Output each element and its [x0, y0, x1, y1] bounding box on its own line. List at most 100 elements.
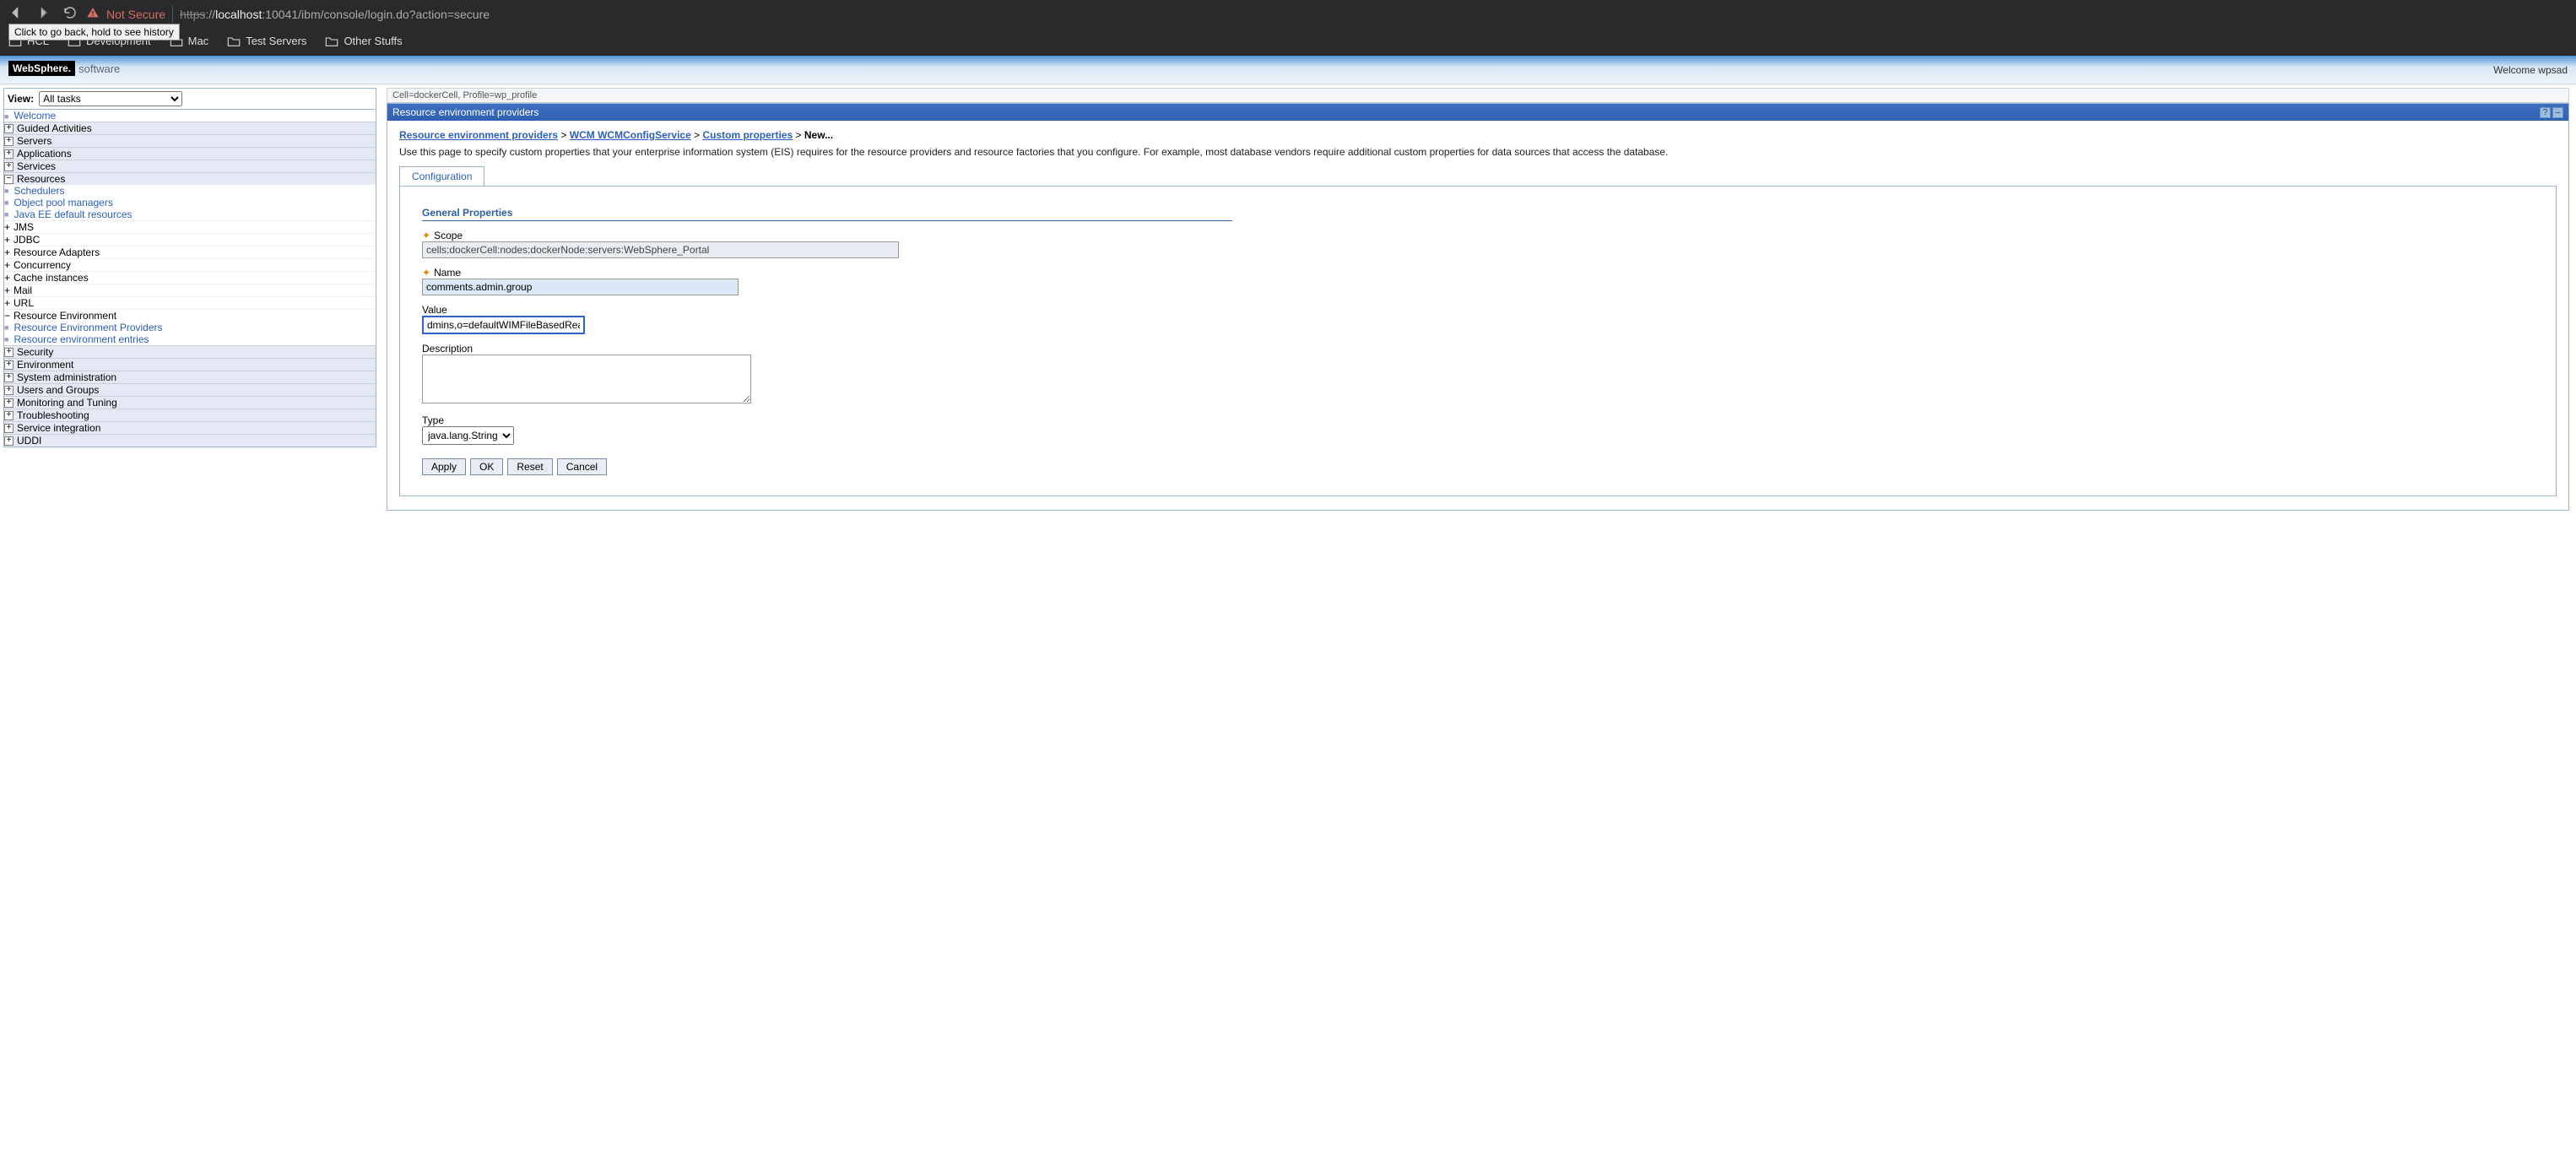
nav-users-and-groups[interactable]: +Users and Groups [4, 383, 376, 396]
page-description: Use this page to specify custom properti… [399, 146, 2557, 158]
nav-environment[interactable]: +Environment [4, 358, 376, 371]
apply-button[interactable]: Apply [422, 458, 466, 475]
app-logo: WebSphere. software [8, 61, 120, 76]
expand-icon[interactable]: + [4, 284, 10, 296]
required-icon: ✦ [422, 230, 430, 241]
bc-resource-env-providers[interactable]: Resource environment providers [399, 129, 558, 141]
label-type: Type [422, 414, 444, 426]
bookmark-folder-other-stuffs[interactable]: Other Stuffs [325, 35, 402, 47]
browser-toolbar: Not Secure https://localhost:10041/ibm/c… [0, 0, 2576, 28]
nav-security[interactable]: +Security [4, 345, 376, 358]
nav-jms[interactable]: +JMS [4, 220, 376, 233]
section-general-properties: General Properties [422, 207, 1232, 221]
back-tooltip: Click to go back, hold to see history [8, 24, 180, 41]
expand-icon[interactable]: + [4, 411, 14, 420]
panel-titlebar: Resource environment providers ? – [387, 104, 2568, 121]
reload-icon[interactable] [62, 5, 78, 23]
nav-object-pool-managers[interactable]: ■Object pool managers [4, 197, 376, 208]
help-icon[interactable]: ? [2540, 107, 2551, 118]
nav-resource-environment-entries[interactable]: ■Resource environment entries [4, 333, 376, 345]
cancel-button[interactable]: Cancel [557, 458, 607, 475]
address-bar[interactable]: Not Secure https://localhost:10041/ibm/c… [86, 6, 490, 23]
nav-system-administration[interactable]: +System administration [4, 371, 376, 383]
welcome-user: Welcome wpsad [2493, 64, 2568, 76]
content-panel: Resource environment providers ? – Resou… [387, 103, 2569, 511]
tab-strip: Configuration [399, 166, 2557, 186]
collapse-icon[interactable]: − [4, 175, 14, 184]
label-name: Name [434, 267, 461, 279]
nav-guided-activities[interactable]: +Guided Activities [4, 122, 376, 134]
warning-icon [86, 6, 100, 22]
expand-icon[interactable]: + [4, 221, 10, 233]
expand-icon[interactable]: + [4, 386, 14, 395]
breadcrumb: Resource environment providers > WCM WCM… [399, 129, 2557, 141]
expand-icon[interactable]: + [4, 272, 10, 284]
nav-services[interactable]: +Services [4, 160, 376, 172]
nav-welcome[interactable]: ■Welcome [4, 110, 376, 122]
nav-troubleshooting[interactable]: +Troubleshooting [4, 409, 376, 421]
expand-icon[interactable]: + [4, 297, 10, 309]
nav-javaee-default-resources[interactable]: ■Java EE default resources [4, 208, 376, 220]
nav-monitoring-and-tuning[interactable]: +Monitoring and Tuning [4, 396, 376, 409]
collapse-icon[interactable]: − [4, 310, 10, 322]
panel-title-text: Resource environment providers [392, 106, 538, 118]
logo-software: software [78, 62, 120, 75]
nav-url[interactable]: +URL [4, 296, 376, 309]
required-icon: ✦ [422, 267, 430, 279]
expand-icon[interactable]: + [4, 424, 14, 433]
nav-uddi[interactable]: +UDDI [4, 434, 376, 447]
nav-servers[interactable]: +Servers [4, 134, 376, 147]
nav-schedulers[interactable]: ■Schedulers [4, 185, 376, 197]
view-selector-row: View: All tasks [3, 88, 376, 110]
app-header: WebSphere. software Welcome wpsad [0, 56, 2576, 84]
label-scope: Scope [434, 230, 463, 241]
tab-content: General Properties ✦ Scope ✦ Name Value [399, 186, 2557, 496]
nav-applications[interactable]: +Applications [4, 147, 376, 160]
nav-concurrency[interactable]: +Concurrency [4, 258, 376, 271]
bookmark-folder-test-servers[interactable]: Test Servers [227, 35, 306, 47]
bc-wcm-wcmconfigservice[interactable]: WCM WCMConfigService [570, 129, 691, 141]
bc-current: New... [804, 129, 833, 141]
minimize-icon[interactable]: – [2552, 107, 2563, 118]
view-select[interactable]: All tasks [39, 91, 182, 106]
nav-resource-environment-providers[interactable]: ■Resource Environment Providers [4, 322, 376, 333]
url-text: https://localhost:10041/ibm/console/logi… [180, 8, 490, 21]
view-label: View: [8, 93, 34, 105]
expand-icon[interactable]: + [4, 124, 14, 133]
expand-icon[interactable]: + [4, 137, 14, 146]
expand-icon[interactable]: + [4, 162, 14, 171]
nav-resource-adapters[interactable]: +Resource Adapters [4, 246, 376, 258]
expand-icon[interactable]: + [4, 436, 14, 446]
expand-icon[interactable]: + [4, 246, 10, 258]
folder-icon [325, 35, 338, 47]
ok-button[interactable]: OK [470, 458, 503, 475]
expand-icon[interactable]: + [4, 398, 14, 408]
input-name[interactable] [422, 279, 739, 295]
nav-jdbc[interactable]: +JDBC [4, 233, 376, 246]
input-description[interactable] [422, 355, 751, 403]
expand-icon[interactable]: + [4, 234, 10, 246]
logo-websphere: WebSphere. [8, 61, 75, 76]
bookmarks-bar: HCL Development Mac Test Servers Other S… [0, 28, 2576, 56]
reset-button[interactable]: Reset [507, 458, 552, 475]
expand-icon[interactable]: + [4, 373, 14, 382]
cell-profile-info: Cell=dockerCell, Profile=wp_profile [387, 88, 2569, 103]
nav-resources[interactable]: −Resources [4, 172, 376, 185]
nav-tree: ■Welcome +Guided Activities +Servers +Ap… [3, 110, 376, 447]
nav-cache-instances[interactable]: +Cache instances [4, 271, 376, 284]
forward-icon[interactable] [35, 5, 51, 23]
expand-icon[interactable]: + [4, 360, 14, 370]
expand-icon[interactable]: + [4, 259, 10, 271]
input-value[interactable] [422, 316, 585, 334]
nav-service-integration[interactable]: +Service integration [4, 421, 376, 434]
back-icon[interactable] [8, 5, 24, 23]
not-secure-label: Not Secure [106, 8, 165, 21]
expand-icon[interactable]: + [4, 149, 14, 159]
select-type[interactable]: java.lang.String [422, 426, 514, 445]
nav-mail[interactable]: +Mail [4, 284, 376, 296]
expand-icon[interactable]: + [4, 348, 14, 357]
bc-custom-properties[interactable]: Custom properties [702, 129, 793, 141]
tab-configuration[interactable]: Configuration [399, 166, 484, 186]
label-value: Value [422, 304, 447, 316]
nav-resource-environment[interactable]: −Resource Environment [4, 309, 376, 322]
